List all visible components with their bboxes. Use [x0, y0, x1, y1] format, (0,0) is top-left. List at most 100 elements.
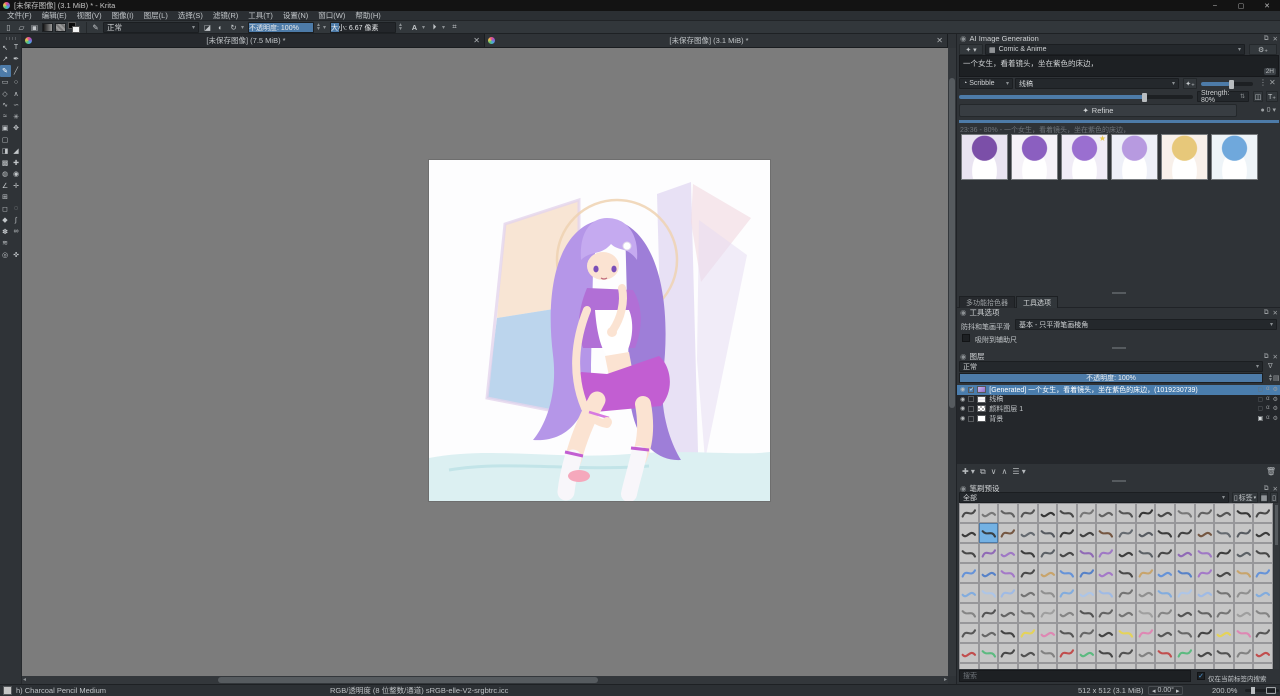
brush-preset-cell[interactable] — [959, 563, 979, 583]
layer-properties-button[interactable]: ☰ ▾ — [1012, 467, 1025, 476]
brush-preset-cell[interactable] — [1234, 503, 1254, 523]
reload-preset-icon[interactable]: ↻ — [228, 22, 239, 33]
brush-preset-cell[interactable] — [959, 643, 979, 663]
brush-preset-cell[interactable] — [998, 503, 1018, 523]
brush-preset-cell[interactable] — [1175, 523, 1195, 543]
move-tool[interactable]: ✥ — [11, 123, 22, 135]
chevron-down-icon[interactable]: ▾ — [323, 24, 326, 31]
edit-shapes-tool[interactable]: ↗ — [0, 54, 11, 66]
brush-preset-cell[interactable] — [998, 643, 1018, 663]
brush-preset-cell[interactable] — [959, 503, 979, 523]
control-layer-dropdown[interactable]: 线稿 ▾ — [1015, 78, 1179, 89]
layer-settings-icon[interactable]: ⚙ — [1273, 396, 1278, 403]
strength-slider[interactable] — [959, 95, 1193, 99]
brush-preset-cell[interactable] — [959, 663, 979, 669]
text-tool[interactable]: T — [11, 42, 22, 54]
fullscreen-canvas-icon[interactable] — [1266, 687, 1276, 694]
canvas-vertical-scrollbar[interactable] — [948, 48, 956, 676]
brush-preset-cell[interactable] — [1057, 623, 1077, 643]
line-tool[interactable]: ╱ — [11, 65, 22, 77]
brush-preset-cell[interactable] — [1018, 643, 1038, 663]
brush-preset-cell[interactable] — [1038, 523, 1058, 543]
docker-splitter[interactable] — [957, 346, 1280, 350]
add-text-layer-icon[interactable]: T₊ — [1266, 91, 1278, 102]
docker-splitter[interactable] — [957, 479, 1280, 483]
brush-preset-cell[interactable] — [1234, 663, 1254, 669]
freehand-path-tool[interactable]: ∽ — [11, 100, 22, 112]
brush-preset-cell[interactable] — [1136, 503, 1156, 523]
polygon-tool[interactable]: ◇ — [0, 88, 11, 100]
brush-preset-cell[interactable] — [1077, 563, 1097, 583]
brush-preset-cell[interactable] — [1057, 583, 1077, 603]
brush-preset-cell[interactable] — [1018, 543, 1038, 563]
layer-row-3[interactable]: ◉颜料图层 1▢α⚙ — [957, 404, 1280, 414]
brush-preset-cell[interactable] — [1214, 523, 1234, 543]
brush-preset-cell[interactable] — [1214, 583, 1234, 603]
layer-row-2[interactable]: ◉线稿▢α⚙ — [957, 395, 1280, 405]
brush-preset-cell[interactable] — [1077, 543, 1097, 563]
tab-close-icon[interactable]: ✕ — [473, 36, 480, 45]
brush-preset-cell[interactable] — [1214, 603, 1234, 623]
chevron-down-icon[interactable]: ▾ — [241, 24, 244, 31]
brush-preset-selected[interactable] — [979, 523, 999, 543]
grid-view-icon[interactable]: ▦ — [1260, 492, 1268, 503]
style-dropdown[interactable]: ▦ Comic & Anime ▾ — [985, 44, 1245, 55]
brush-preset-cell[interactable] — [1155, 603, 1175, 623]
zoom-slider-knob[interactable] — [1251, 687, 1255, 694]
brush-preset-cell[interactable] — [1018, 583, 1038, 603]
brush-preset-cell[interactable] — [1038, 563, 1058, 583]
brush-preset-cell[interactable] — [979, 623, 999, 643]
brush-preset-cell[interactable] — [1018, 503, 1038, 523]
brush-preset-cell[interactable] — [998, 663, 1018, 669]
brush-preset-cell[interactable] — [1096, 663, 1116, 669]
strength-slider-knob[interactable] — [1142, 93, 1147, 102]
brush-preset-cell[interactable] — [1214, 543, 1234, 563]
eraser-mode-icon[interactable]: ◪ — [202, 22, 213, 33]
history-thumbnail-1[interactable] — [961, 134, 1008, 180]
brush-preset-cell[interactable] — [1077, 603, 1097, 623]
polyline-tool[interactable]: ∧ — [11, 88, 22, 100]
brush-preset-cell[interactable] — [1234, 623, 1254, 643]
layer-opacity-slider[interactable]: 不透明度: 100% — [959, 373, 1263, 383]
brush-preset-cell[interactable] — [1136, 603, 1156, 623]
brush-preset-cell[interactable] — [1234, 643, 1254, 663]
menu-item[interactable]: 选择(S) — [173, 11, 208, 21]
canvas-image[interactable] — [429, 160, 770, 501]
close-docker-icon[interactable]: ✕ — [1273, 309, 1278, 317]
queue-count[interactable]: ● 0 ▾ — [1260, 106, 1276, 114]
brush-grid-scrollbar[interactable] — [1274, 503, 1279, 669]
layer-checkbox[interactable]: ✓ — [968, 387, 974, 393]
brush-preset-cell[interactable] — [1253, 643, 1273, 663]
brush-size-slider[interactable]: 大小: 6.67 像素 — [330, 22, 396, 33]
layer-visibility-icon[interactable]: ◉ — [960, 415, 965, 422]
assistants-tool[interactable]: ✛ — [11, 180, 22, 192]
blend-mode-dropdown[interactable]: 正常 ▾ — [103, 22, 199, 33]
brush-preset-cell[interactable] — [1155, 643, 1175, 663]
brush-preset-cell[interactable] — [1175, 663, 1195, 669]
brush-preset-cell[interactable] — [1018, 603, 1038, 623]
alpha-lock-icon[interactable]: α — [1266, 405, 1269, 412]
brush-preset-cell[interactable] — [1253, 543, 1273, 563]
zoom-tool[interactable]: ◎ — [0, 249, 11, 261]
layer-visibility-icon[interactable]: ◉ — [960, 386, 965, 393]
gradient-chooser[interactable] — [42, 23, 53, 32]
enclose-fill-tool[interactable]: ◉ — [11, 169, 22, 181]
brush-preset-cell[interactable] — [1214, 643, 1234, 663]
brush-preset-cell[interactable] — [1175, 643, 1195, 663]
smart-patch-tool[interactable]: ✚ — [11, 157, 22, 169]
bezier-select-tool[interactable]: ∞ — [11, 226, 22, 238]
brush-preset-cell[interactable] — [1234, 583, 1254, 603]
docker-collapse-icon[interactable]: ◉ — [960, 352, 967, 361]
brush-preset-cell[interactable] — [959, 543, 979, 563]
menu-item[interactable]: 帮助(H) — [350, 11, 385, 21]
brush-preset-cell[interactable] — [1116, 603, 1136, 623]
brush-preset-cell[interactable] — [1116, 643, 1136, 663]
prompt-textarea[interactable]: 一个女生，看着镜头，坐在紫色的床边， — [959, 55, 1279, 77]
close-button[interactable]: ✕ — [1254, 0, 1280, 11]
brush-preset-cell[interactable] — [979, 603, 999, 623]
brush-preset-cell[interactable] — [1136, 563, 1156, 583]
brush-preset-cell[interactable] — [998, 623, 1018, 643]
reference-images-tool[interactable]: ⊞ — [0, 192, 11, 204]
layer-checkbox[interactable] — [968, 406, 974, 412]
brush-preset-cell[interactable] — [1234, 563, 1254, 583]
